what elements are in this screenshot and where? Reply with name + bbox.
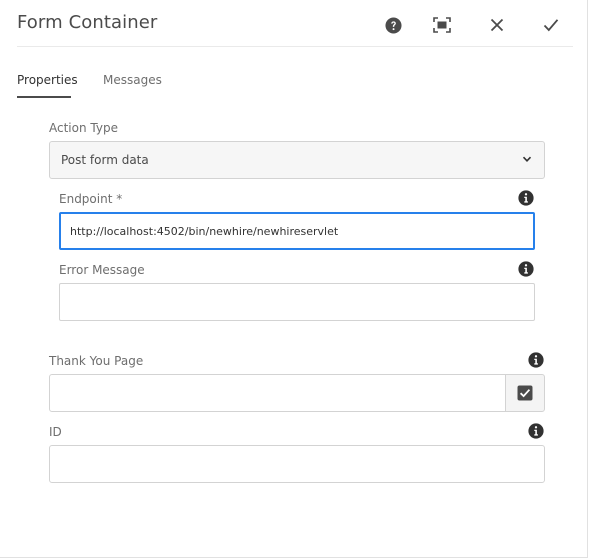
form-container-dialog: Form Container Properties Messages Actio… [0,0,588,558]
id-label: ID [49,425,62,439]
action-type-label: Action Type [49,121,118,135]
action-type-select[interactable]: Post form data [49,141,545,179]
checkbox-checked-icon [517,385,533,401]
checkmark-icon [543,19,559,32]
thank-you-page-info-icon[interactable] [528,352,544,368]
tab-messages[interactable]: Messages [103,73,162,87]
thank-you-page-input[interactable] [49,374,506,412]
thank-you-page-label: Thank You Page [49,354,144,368]
close-button[interactable] [484,12,510,38]
fullscreen-button[interactable] [429,12,455,38]
help-button[interactable] [380,12,406,38]
endpoint-info-icon[interactable] [518,190,534,206]
done-button[interactable] [538,12,564,38]
close-icon [490,18,504,32]
fullscreen-icon [433,17,451,33]
error-message-info-icon[interactable] [518,261,534,277]
dialog-title: Form Container [17,12,158,33]
error-message-input[interactable] [59,283,535,321]
active-tab-indicator [17,96,71,98]
tab-properties[interactable]: Properties [17,73,78,87]
help-icon [384,16,402,34]
endpoint-input[interactable] [59,212,535,250]
action-type-value: Post form data [61,153,149,167]
id-info-icon[interactable] [528,423,544,439]
error-message-label: Error Message [59,263,145,277]
endpoint-label: Endpoint * [59,192,123,206]
chevron-down-icon [522,156,532,162]
thank-you-page-picker-button[interactable] [505,374,545,412]
id-input[interactable] [49,445,545,483]
header-divider [17,46,573,47]
